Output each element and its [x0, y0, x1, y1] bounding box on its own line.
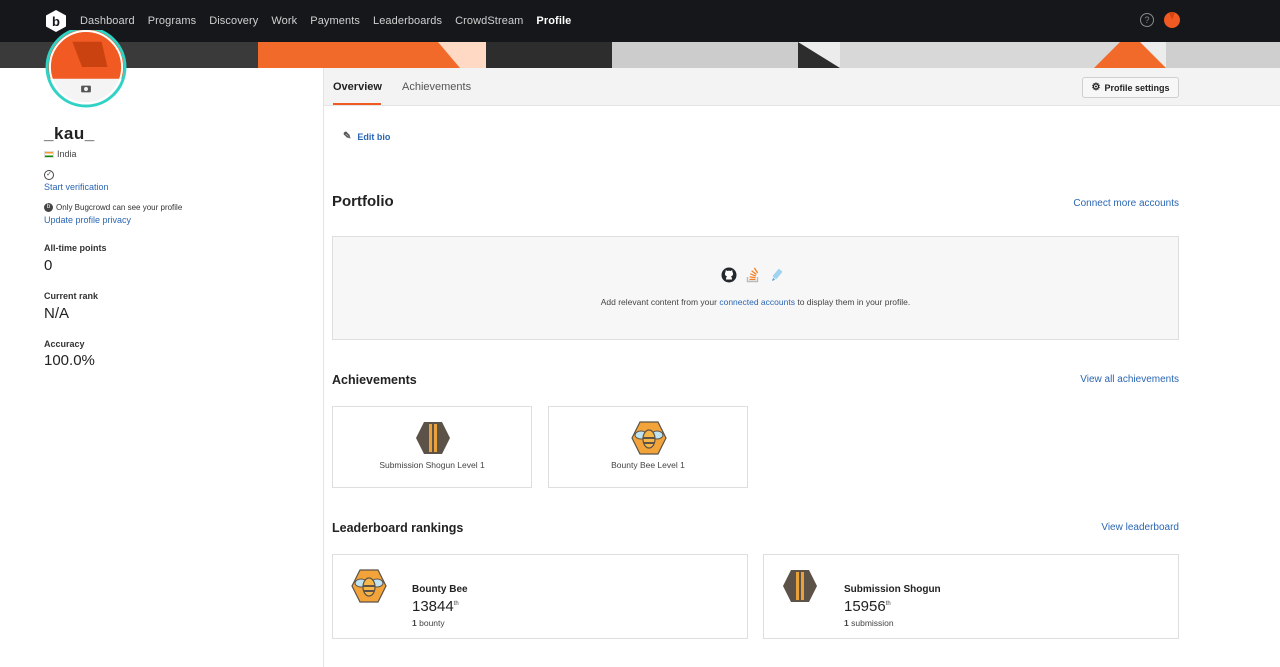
- shogun-badge-icon: [783, 570, 817, 602]
- bee-badge-icon: [631, 421, 667, 455]
- github-icon: [721, 267, 737, 283]
- leaderboard-name: Submission Shogun: [844, 584, 941, 595]
- avatar-shape-icon: [1169, 12, 1175, 20]
- start-verification-link[interactable]: Start verification: [44, 182, 109, 192]
- count-unit: bounty: [419, 618, 445, 628]
- portfolio-empty-state: Add relevant content from your connected…: [332, 236, 1179, 340]
- active-tab-indicator: [333, 103, 381, 105]
- leaderboard-rank: 13844th: [412, 598, 459, 615]
- bee-badge-icon: [351, 569, 387, 603]
- update-privacy-link[interactable]: Update profile privacy: [44, 215, 131, 225]
- stat-label-points: All-time points: [44, 243, 107, 253]
- verification-check-icon: ✓: [44, 170, 54, 180]
- achievement-name: Submission Shogun Level 1: [379, 460, 485, 470]
- rank-value: 15956: [844, 598, 886, 615]
- banner-graphic: [0, 42, 1280, 68]
- stat-value-accuracy: 100.0%: [44, 352, 95, 369]
- count-value: 1: [412, 618, 417, 628]
- profile-banner: [0, 42, 1280, 68]
- stackoverflow-icon: [746, 267, 759, 283]
- svg-text:b: b: [52, 14, 60, 29]
- bugcrowd-small-icon: b: [44, 203, 53, 212]
- privacy-note: b Only Bugcrowd can see your profile: [44, 203, 182, 212]
- connected-accounts-link[interactable]: connected accounts: [719, 297, 795, 307]
- country: India: [44, 149, 77, 159]
- user-avatar[interactable]: [1164, 12, 1180, 28]
- achievement-card[interactable]: Submission Shogun Level 1: [332, 406, 532, 488]
- achievements-heading: Achievements: [332, 373, 417, 387]
- achievement-card[interactable]: Bounty Bee Level 1: [548, 406, 748, 488]
- rank-suffix: th: [453, 601, 459, 607]
- stat-label-accuracy: Accuracy: [44, 339, 85, 349]
- gear-icon: ⚙: [1091, 82, 1101, 93]
- view-all-achievements-link[interactable]: View all achievements: [1000, 374, 1179, 385]
- portfolio-text-before: Add relevant content from your: [600, 297, 717, 307]
- profile-settings-label: Profile settings: [1104, 82, 1170, 93]
- camera-icon[interactable]: [81, 85, 91, 93]
- nav-payments[interactable]: Payments: [310, 15, 360, 27]
- count-value: 1: [844, 618, 849, 628]
- profile-settings-button[interactable]: ⚙ Profile settings: [1082, 77, 1179, 98]
- nav-dashboard[interactable]: Dashboard: [80, 15, 135, 27]
- leaderboard-card[interactable]: Submission Shogun 15956th 1 submission: [763, 554, 1179, 639]
- nav-profile[interactable]: Profile: [536, 15, 571, 27]
- nav-discovery[interactable]: Discovery: [209, 15, 258, 27]
- portfolio-icons: [721, 267, 785, 283]
- portfolio-text-after: to display them in your profile.: [797, 297, 911, 307]
- rank-suffix: th: [885, 601, 891, 607]
- stat-value-rank: N/A: [44, 305, 70, 322]
- tab-achievements[interactable]: Achievements: [402, 81, 471, 93]
- rank-value: 13844: [412, 598, 454, 615]
- edit-bio-label: Edit bio: [357, 131, 391, 142]
- nav-programs[interactable]: Programs: [148, 15, 196, 27]
- leaderboard-name: Bounty Bee: [412, 584, 468, 595]
- edit-bio-button[interactable]: ✎ Edit bio: [343, 131, 390, 142]
- view-leaderboard-link[interactable]: View leaderboard: [1000, 522, 1179, 533]
- connect-accounts-link[interactable]: Connect more accounts: [1000, 198, 1179, 209]
- tab-overview[interactable]: Overview: [333, 81, 382, 93]
- pencil-icon: ✎: [343, 131, 352, 142]
- pen-icon: [772, 268, 783, 281]
- top-nav: b Dashboard Programs Discovery Work Paym…: [0, 0, 1280, 42]
- privacy-text: Only Bugcrowd can see your profile: [56, 203, 183, 212]
- help-icon[interactable]: ?: [1140, 13, 1154, 27]
- nav-links: Dashboard Programs Discovery Work Paymen…: [80, 0, 584, 42]
- leaderboard-count: 1 bounty: [412, 618, 445, 628]
- count-unit: submission: [851, 618, 894, 628]
- achievement-name: Bounty Bee Level 1: [611, 460, 685, 470]
- portfolio-message: Add relevant content from your connected…: [333, 297, 1178, 307]
- nav-crowdstream[interactable]: CrowdStream: [455, 15, 523, 27]
- leaderboard-rank: 15956th: [844, 598, 891, 615]
- username: _kau_: [44, 124, 95, 143]
- leaderboard-count: 1 submission: [844, 618, 894, 628]
- nav-leaderboards[interactable]: Leaderboards: [373, 15, 442, 27]
- profile-tabs: Overview Achievements ⚙ Profile settings: [324, 68, 1280, 106]
- leaderboard-heading: Leaderboard rankings: [332, 521, 464, 535]
- leaderboard-card[interactable]: Bounty Bee 13844th 1 bounty: [332, 554, 748, 639]
- profile-avatar[interactable]: [42, 30, 130, 108]
- portfolio-heading: Portfolio: [332, 193, 394, 210]
- stat-value-points: 0: [44, 257, 53, 274]
- nav-work[interactable]: Work: [271, 15, 297, 27]
- shogun-badge-icon: [416, 422, 450, 454]
- flag-icon: [44, 150, 54, 158]
- stat-label-rank: Current rank: [44, 291, 99, 301]
- country-label: India: [57, 149, 77, 159]
